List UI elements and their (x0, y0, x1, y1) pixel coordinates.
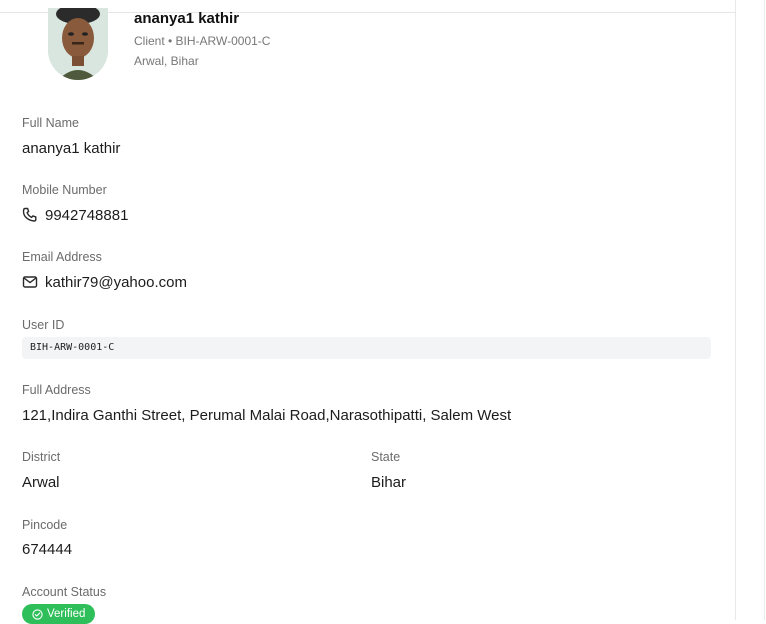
status-badge-label: Verified (47, 608, 86, 620)
full-name-value: ananya1 kathir (22, 140, 121, 157)
profile-role-id: Client • BIH-ARW-0001-C (134, 34, 271, 48)
status-badge: Verified (22, 604, 96, 624)
profile-location: Arwal, Bihar (134, 54, 199, 68)
district-value: Arwal (22, 474, 60, 491)
mail-icon (22, 276, 38, 288)
address-label: Full Address (22, 383, 91, 397)
scrollbar-track[interactable] (764, 0, 765, 620)
address-value: 121,Indira Ganthi Street, Perumal Malai … (22, 407, 512, 424)
phone-icon (22, 207, 37, 222)
email-value: kathir79@yahoo.com (45, 274, 187, 291)
user-id-label: User ID (22, 318, 65, 332)
user-id-box: BIH-ARW-0001-C (22, 337, 711, 359)
district-label: District (22, 450, 61, 464)
state-label: State (371, 450, 401, 464)
profile-name: ananya1 kathir (134, 10, 240, 27)
user-id-value: BIH-ARW-0001-C (30, 342, 115, 353)
state-value: Bihar (371, 474, 407, 491)
profile-details-panel: ananya1 kathir Client • BIH-ARW-0001-C A… (0, 0, 735, 624)
profile-header: ananya1 kathir Client • BIH-ARW-0001-C A… (42, 4, 442, 84)
avatar (48, 8, 108, 80)
pincode-value: 674444 (22, 541, 73, 558)
pincode-label: Pincode (22, 518, 68, 532)
mobile-value: 9942748881 (45, 207, 129, 224)
full-name-label: Full Name (22, 116, 79, 130)
account-status-label: Account Status (22, 585, 107, 599)
avatar-image (48, 8, 108, 80)
mobile-label: Mobile Number (22, 183, 107, 197)
side-panel-edge (735, 0, 766, 620)
check-circle-icon (32, 608, 43, 620)
email-label: Email Address (22, 250, 102, 264)
